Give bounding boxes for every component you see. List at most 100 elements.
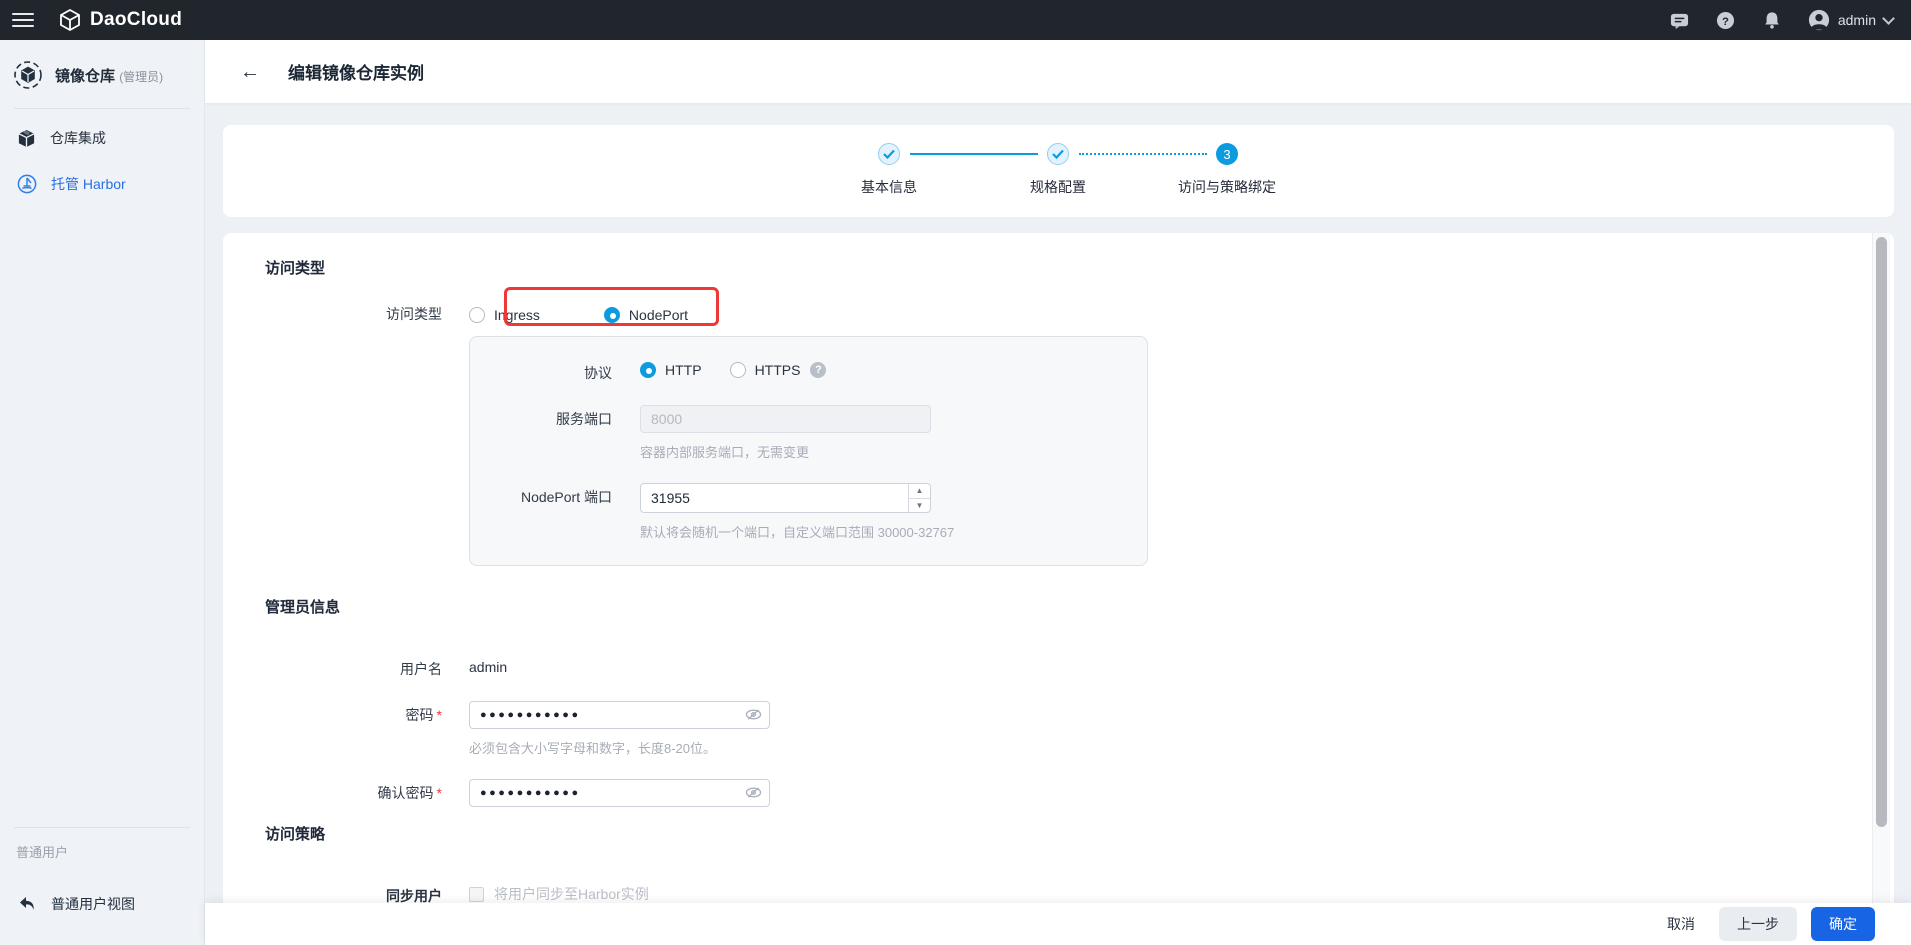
nodeport-port-row: NodePort 端口 ▲ ▼ 默认将会随机一个端口，自定义端口范围 30000… (470, 483, 1147, 541)
step-line-2 (1079, 153, 1207, 155)
radio-circle-icon (730, 362, 746, 378)
step-3-label: 访问与策略绑定 (1137, 177, 1317, 197)
password-label: 密码* (265, 701, 442, 725)
step-2-label: 规格配置 (968, 177, 1148, 197)
daocloud-cube-icon (58, 8, 82, 32)
step-1-label: 基本信息 (799, 177, 979, 197)
number-spinner: ▲ ▼ (908, 484, 930, 512)
radio-http[interactable]: HTTP (640, 362, 702, 378)
vertical-scrollbar-thumb[interactable] (1876, 237, 1887, 827)
https-help-icon[interactable]: ? (810, 362, 826, 378)
sync-user-checkbox-label: 将用户同步至Harbor实例 (494, 884, 649, 904)
sidebar-module-header: 镜像仓库 (管理员) (0, 40, 204, 108)
protocol-label: 协议 (470, 359, 612, 383)
sync-user-label: 同步用户 (265, 882, 442, 904)
page-title: 编辑镜像仓库实例 (288, 59, 424, 84)
section-title-access-type: 访问类型 (265, 257, 1894, 278)
page-header: ← 编辑镜像仓库实例 (205, 40, 1911, 103)
nodeport-port-hint: 默认将会随机一个端口，自定义端口范围 30000-32767 (640, 522, 954, 541)
access-type-label: 访问类型 (265, 300, 442, 324)
user-name: admin (1838, 12, 1876, 28)
vertical-scrollbar-track[interactable] (1872, 233, 1890, 903)
required-asterisk: * (437, 707, 442, 723)
password-input[interactable]: ●●●●●●●●●●● (469, 701, 770, 729)
back-arrow-icon[interactable]: ← (240, 62, 260, 82)
chevron-down-icon (1882, 12, 1895, 25)
section-title-admin-info: 管理员信息 (265, 596, 1894, 617)
radio-https[interactable]: HTTPS (730, 362, 801, 378)
module-title: 镜像仓库 (管理员) (55, 65, 163, 86)
footer-action-bar: 取消 上一步 确定 (205, 903, 1911, 945)
svg-text:?: ? (1722, 15, 1729, 27)
stepper-card: 3 基本信息 规格配置 访问与策略绑定 (223, 125, 1894, 217)
step-3-current-circle: 3 (1216, 143, 1238, 165)
nodeport-port-label: NodePort 端口 (470, 483, 612, 507)
password-row: 密码* ●●●●●●●●●●● 必须包含大小写字母和数字，长度8-20位。 (265, 701, 1894, 757)
sidebar-item-normal-user-view[interactable]: 普通用户视图 (0, 881, 204, 927)
sidebar-divider (14, 108, 190, 109)
sidebar-item-label: 托管 Harbor (51, 174, 126, 194)
previous-step-button[interactable]: 上一步 (1719, 907, 1797, 941)
radio-circle-selected-icon (604, 307, 620, 323)
sync-user-row: 同步用户 将用户同步至Harbor实例 1、将平台中的用户同步至Harbor实例… (265, 882, 1894, 904)
avatar-icon (1808, 9, 1830, 31)
message-icon[interactable] (1670, 10, 1690, 30)
sidebar-item-label: 仓库集成 (50, 128, 106, 148)
section-title-access-policy: 访问策略 (265, 823, 1894, 844)
sidebar-item-registry-integration[interactable]: 仓库集成 (0, 115, 204, 161)
username-label: 用户名 (265, 655, 442, 679)
password-masked-value: ●●●●●●●●●●● (480, 710, 581, 721)
spinner-up-icon[interactable]: ▲ (909, 484, 930, 499)
required-asterisk: * (437, 785, 442, 801)
password-hint: 必须包含大小写字母和数字，长度8-20位。 (469, 738, 770, 757)
service-port-row: 服务端口 容器内部服务端口，无需变更 (470, 405, 1147, 461)
cancel-button[interactable]: 取消 (1657, 907, 1705, 941)
confirm-password-label: 确认密码* (265, 779, 442, 803)
menu-toggle-icon[interactable] (12, 13, 34, 27)
username-value: admin (469, 655, 507, 675)
registry-module-icon (13, 60, 43, 90)
brand-logo: DaoCloud (58, 8, 182, 32)
service-port-input (640, 405, 931, 433)
radio-label: HTTP (665, 362, 702, 378)
username-row: 用户名 admin (265, 655, 1894, 679)
eye-off-icon[interactable] (745, 785, 762, 800)
sync-user-checkbox[interactable] (469, 887, 484, 902)
form-card: 访问类型 访问类型 Ingress NodePort 协议 (223, 233, 1894, 904)
module-suffix: (管理员) (119, 70, 163, 84)
confirm-button[interactable]: 确定 (1811, 907, 1875, 941)
reply-arrow-icon (17, 894, 37, 914)
radio-circle-selected-icon (640, 362, 656, 378)
confirm-password-input[interactable]: ●●●●●●●●●●● (469, 779, 770, 807)
confirm-password-row: 确认密码* ●●●●●●●●●●● (265, 779, 1894, 807)
brand-name: DaoCloud (90, 9, 182, 31)
notification-bell-icon[interactable] (1762, 10, 1782, 30)
user-menu[interactable]: admin (1808, 9, 1893, 31)
top-bar: DaoCloud ? admin (0, 0, 1911, 40)
step-2-done-circle (1047, 143, 1069, 165)
sidebar-item-managed-harbor[interactable]: 托管 Harbor (0, 161, 204, 207)
radio-label: HTTPS (755, 362, 801, 378)
access-type-row: 访问类型 Ingress NodePort 协议 (265, 300, 1894, 566)
radio-ingress[interactable]: Ingress (469, 307, 540, 323)
sidebar: 镜像仓库 (管理员) 仓库集成 托管 Harbor 普通用户 (0, 40, 205, 945)
eye-off-icon[interactable] (745, 707, 762, 722)
sidebar-group-label: 普通用户 (0, 828, 204, 865)
confirm-password-masked-value: ●●●●●●●●●●● (480, 788, 581, 799)
radio-label: Ingress (494, 307, 540, 323)
radio-nodeport[interactable]: NodePort (604, 307, 688, 323)
help-icon[interactable]: ? (1716, 10, 1736, 30)
step-1-done-circle (878, 143, 900, 165)
sidebar-item-label: 普通用户视图 (51, 894, 135, 914)
service-port-hint: 容器内部服务端口，无需变更 (640, 442, 931, 461)
harbor-icon (17, 174, 37, 194)
radio-circle-icon (469, 307, 485, 323)
radio-label: NodePort (629, 307, 688, 323)
package-icon (17, 129, 36, 148)
service-port-label: 服务端口 (470, 405, 612, 429)
protocol-row: 协议 HTTP HTTPS (470, 359, 1147, 383)
step-line-1 (910, 153, 1038, 155)
nodeport-port-input[interactable] (640, 483, 931, 513)
spinner-down-icon[interactable]: ▼ (909, 499, 930, 513)
nodeport-settings-panel: 协议 HTTP HTTPS (469, 336, 1148, 566)
